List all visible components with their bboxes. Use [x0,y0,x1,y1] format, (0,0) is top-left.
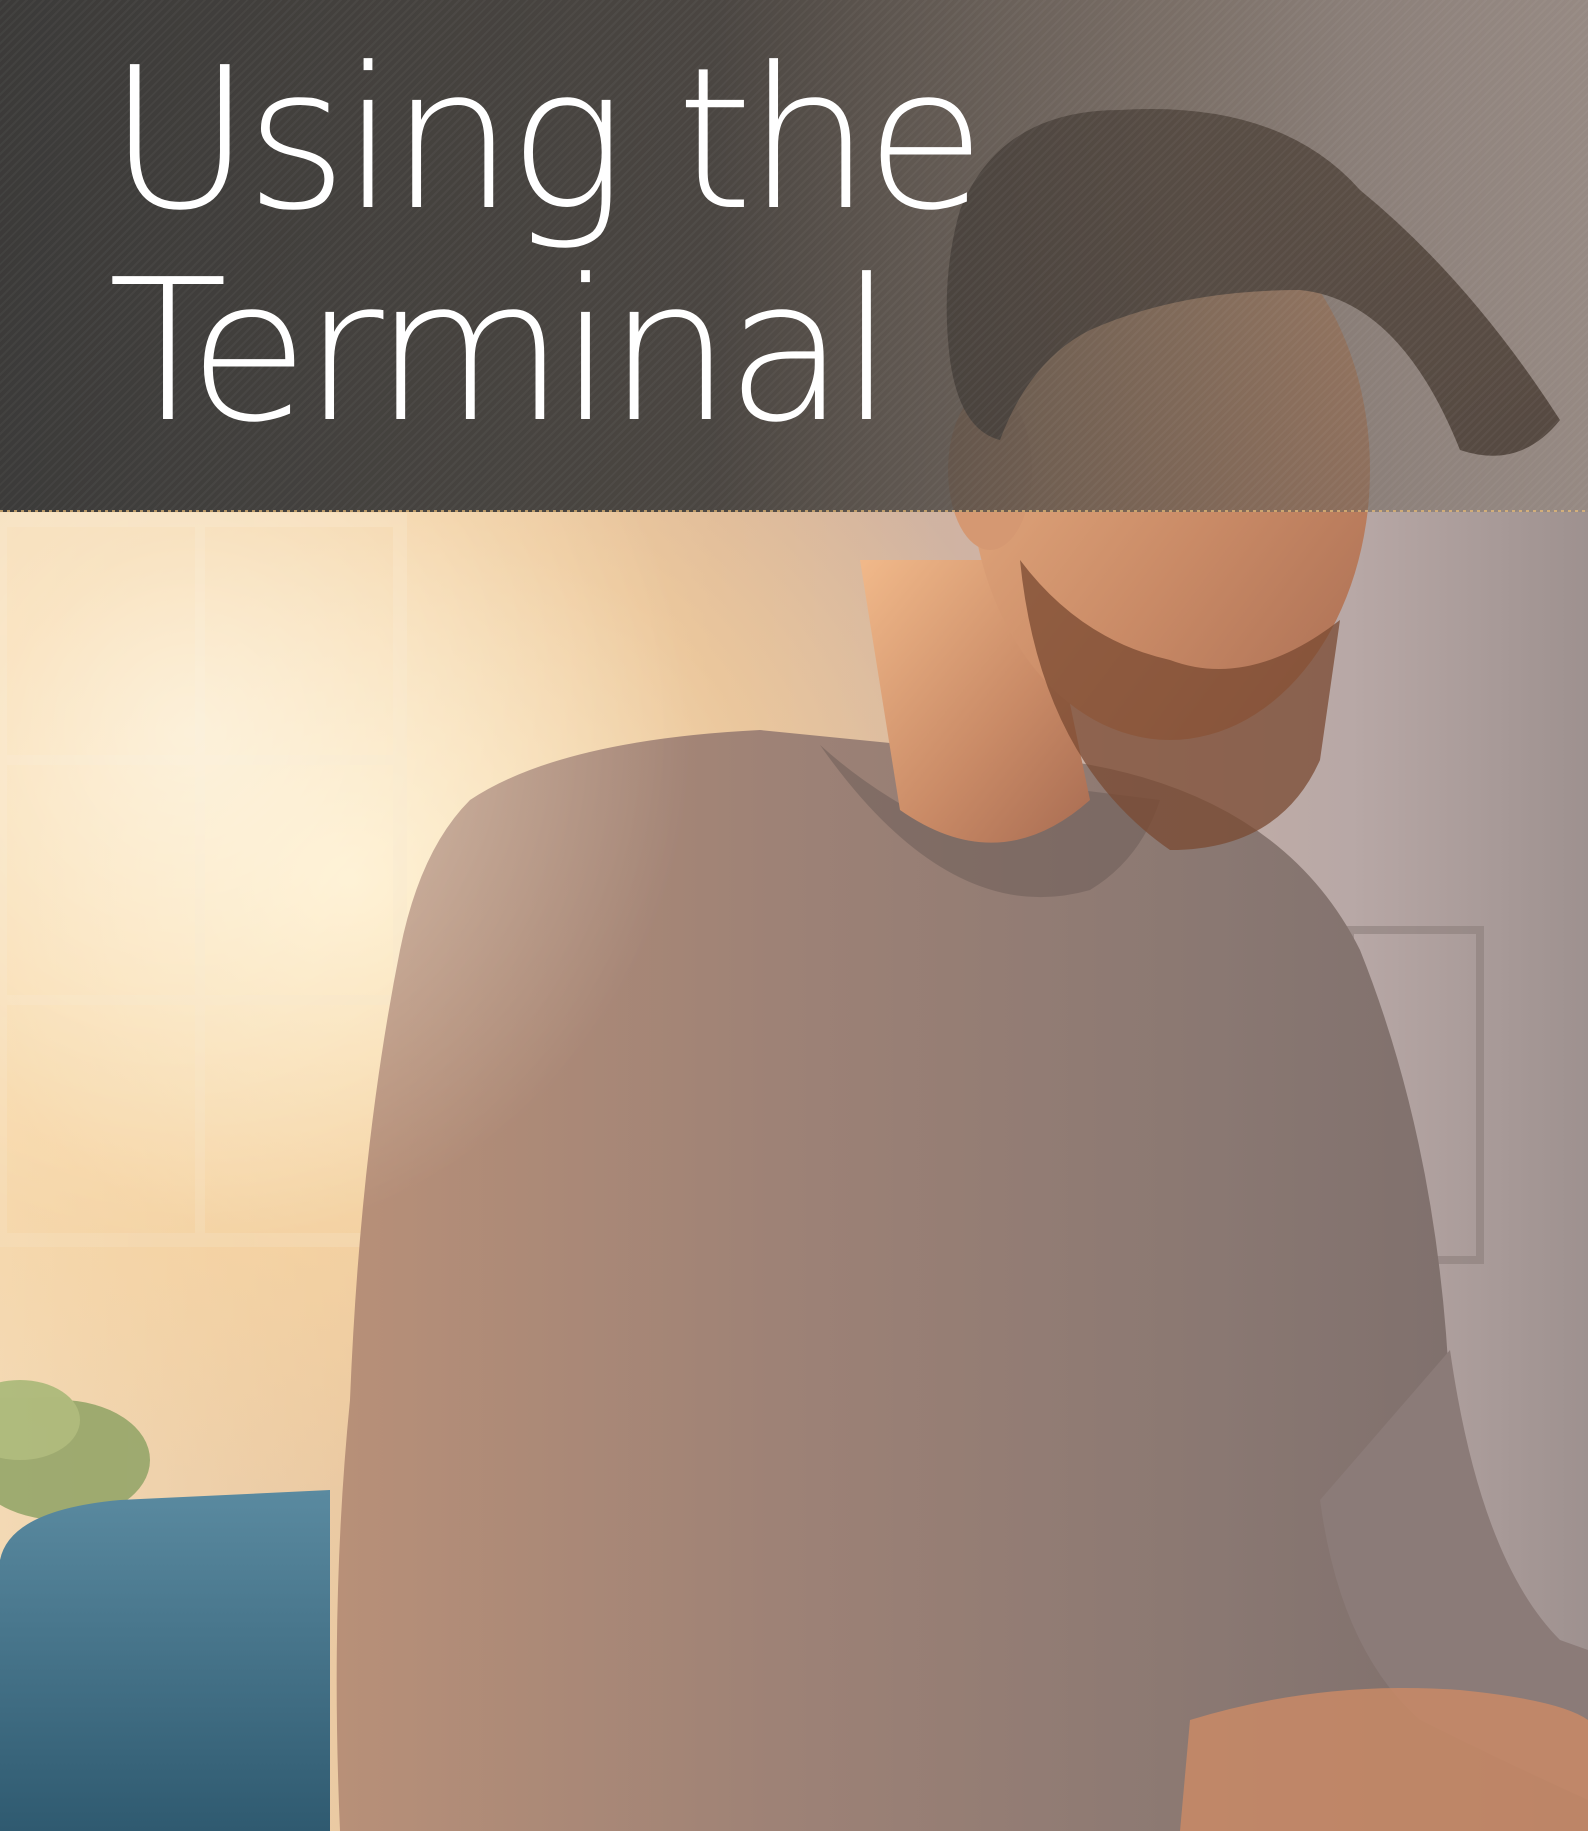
window-frame [0,513,407,1247]
cover-page: Using the Terminal [0,0,1588,1831]
title-band: Using the Terminal [0,0,1588,512]
plant [0,1380,150,1520]
cover-title: Using the Terminal [108,26,986,466]
title-line-1: Using the [108,26,986,254]
title-line-2: Terminal [108,238,894,466]
